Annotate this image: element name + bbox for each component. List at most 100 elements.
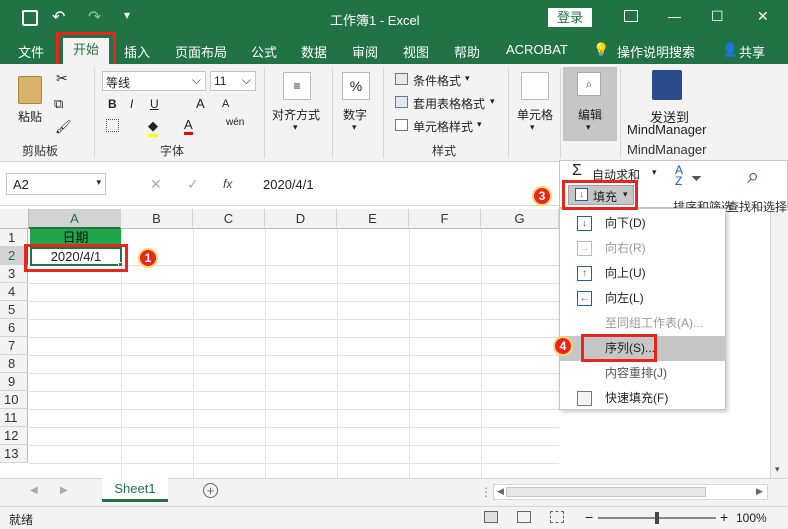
maximize-button[interactable]: ☐ (711, 8, 724, 25)
grow-font-button[interactable]: A (196, 96, 205, 111)
normal-view-icon[interactable] (484, 511, 498, 523)
search-icon[interactable]: ⌕ (747, 163, 759, 189)
font-color-button[interactable]: A (184, 117, 193, 135)
italic-button[interactable]: I (130, 97, 133, 111)
paste-icon[interactable] (18, 76, 42, 104)
tell-me-search[interactable]: 操作说明搜索 (617, 42, 695, 61)
sheet-tab-sheet1[interactable]: Sheet1 (102, 478, 168, 502)
insert-function-button[interactable]: fx (223, 177, 232, 191)
horizontal-scrollbar[interactable]: ◀ ▶ (493, 484, 768, 500)
format-as-table-button[interactable]: 套用表格格式 (413, 95, 485, 112)
customize-qat-icon[interactable]: ▾ (124, 8, 130, 22)
alignment-button[interactable]: 对齐方式 (272, 106, 320, 123)
share-button[interactable]: 共享 (739, 42, 765, 61)
row-header[interactable]: 6 (0, 319, 28, 337)
font-name-combo[interactable]: 等线 ⌵ (102, 71, 206, 91)
zoom-slider[interactable] (598, 512, 716, 524)
column-header-c[interactable]: C (193, 209, 265, 229)
autosum-icon[interactable]: Σ (572, 162, 582, 180)
vertical-scrollbar[interactable]: ▾ (770, 206, 788, 478)
send-to-mindmanager-line2[interactable]: MindManager (627, 122, 707, 137)
login-button[interactable]: 登录 (548, 8, 592, 27)
zoom-thumb[interactable] (655, 512, 659, 524)
cancel-icon[interactable]: ✕ (150, 176, 162, 193)
conditional-format-button[interactable]: 条件格式 (413, 72, 461, 89)
menu-item-fill-right[interactable]: → 向右(R) (560, 236, 725, 261)
tab-review[interactable]: 审阅 (352, 42, 378, 61)
row-header[interactable]: 4 (0, 283, 28, 301)
phonetic-button[interactable]: wén (226, 117, 244, 128)
menu-item-fill-left[interactable]: ← 向左(L) (560, 286, 725, 311)
scroll-right-icon[interactable]: ▶ (756, 486, 763, 497)
number-format-icon[interactable]: % (342, 72, 370, 100)
minimize-button[interactable]: — (668, 9, 681, 24)
tab-page-layout[interactable]: 页面布局 (175, 42, 227, 61)
row-header[interactable]: 11 (0, 409, 28, 427)
tab-acrobat[interactable]: ACROBAT (506, 42, 568, 57)
menu-item-justify[interactable]: 内容重排(J) (560, 361, 725, 386)
number-button[interactable]: 数字 (343, 106, 367, 123)
zoom-level[interactable]: 100% (736, 511, 767, 525)
column-header-e[interactable]: E (337, 209, 409, 229)
cells-icon[interactable] (521, 72, 549, 100)
row-header[interactable]: 5 (0, 301, 28, 319)
sort-filter-icon[interactable]: AZ (675, 164, 683, 187)
column-header-d[interactable]: D (265, 209, 337, 229)
column-header-b[interactable]: B (121, 209, 193, 229)
column-header-f[interactable]: F (409, 209, 481, 229)
zoom-in-button[interactable]: + (720, 509, 728, 525)
row-header[interactable]: 7 (0, 337, 28, 355)
bold-button[interactable]: B (108, 97, 117, 111)
tab-file[interactable]: 文件 (18, 42, 44, 61)
font-size-combo[interactable]: 11 ⌵ (210, 71, 256, 91)
shrink-font-button[interactable]: A (222, 98, 229, 110)
column-header-g[interactable]: G (481, 209, 559, 229)
close-button[interactable]: ✕ (757, 8, 769, 25)
cell-styles-button[interactable]: 单元格样式 (413, 118, 473, 135)
tab-data[interactable]: 数据 (301, 42, 327, 61)
row-header[interactable]: 10 (0, 391, 28, 409)
redo-icon[interactable]: ↷ (88, 7, 101, 27)
alignment-icon[interactable]: ≡ (283, 72, 311, 100)
menu-item-across-worksheets[interactable]: 至同组工作表(A)... (560, 311, 725, 336)
underline-button[interactable]: U (150, 97, 159, 111)
cells-button[interactable]: 单元格 (517, 106, 553, 123)
cut-icon[interactable]: ✂ (56, 70, 68, 87)
select-all-corner[interactable] (0, 209, 29, 229)
find-select-button[interactable]: 查找和选择 (727, 198, 787, 215)
menu-item-fill-up[interactable]: ↑ 向上(U) (560, 261, 725, 286)
add-sheet-icon[interactable]: + (203, 483, 218, 498)
zoom-out-button[interactable]: − (585, 509, 593, 525)
border-icon[interactable] (106, 119, 119, 132)
menu-item-flash-fill[interactable]: 快速填充(F) (560, 386, 725, 411)
formula-input[interactable]: 2020/4/1 (263, 177, 314, 192)
row-header[interactable]: 9 (0, 373, 28, 391)
row-header[interactable]: 8 (0, 355, 28, 373)
name-box[interactable]: A2 ▾ (6, 173, 106, 195)
undo-icon[interactable]: ↶ (52, 7, 65, 27)
scroll-thumb[interactable] (506, 487, 706, 497)
scroll-right-icon[interactable]: ▶ (60, 485, 68, 496)
paste-button[interactable]: 粘贴 (18, 108, 42, 125)
page-break-icon[interactable] (550, 511, 564, 523)
scroll-left-icon[interactable]: ◀ (497, 486, 504, 497)
tab-help[interactable]: 帮助 (454, 42, 480, 61)
row-header[interactable]: 13 (0, 445, 28, 463)
share-icon[interactable]: 👤 (722, 42, 738, 58)
fill-color-icon[interactable]: ◆ (148, 118, 158, 137)
copy-icon[interactable]: ⧉ (54, 96, 63, 112)
tab-insert[interactable]: 插入 (124, 42, 150, 61)
save-icon[interactable] (22, 10, 38, 26)
ribbon-display-icon[interactable] (624, 10, 638, 22)
scroll-down-icon[interactable]: ▾ (775, 464, 780, 475)
tab-formulas[interactable]: 公式 (251, 42, 277, 61)
format-painter-icon[interactable]: 🖌 (55, 119, 72, 135)
chevron-down-icon: ▾ (352, 122, 357, 132)
menu-item-fill-down[interactable]: ↓ 向下(D) (560, 211, 725, 236)
enter-icon[interactable]: ✓ (187, 176, 199, 193)
tab-view[interactable]: 视图 (403, 42, 429, 61)
page-layout-icon[interactable] (517, 511, 531, 523)
row-header[interactable]: 12 (0, 427, 28, 445)
scroll-left-icon[interactable]: ◀ (30, 485, 38, 496)
column-header-a[interactable]: A (29, 209, 121, 229)
